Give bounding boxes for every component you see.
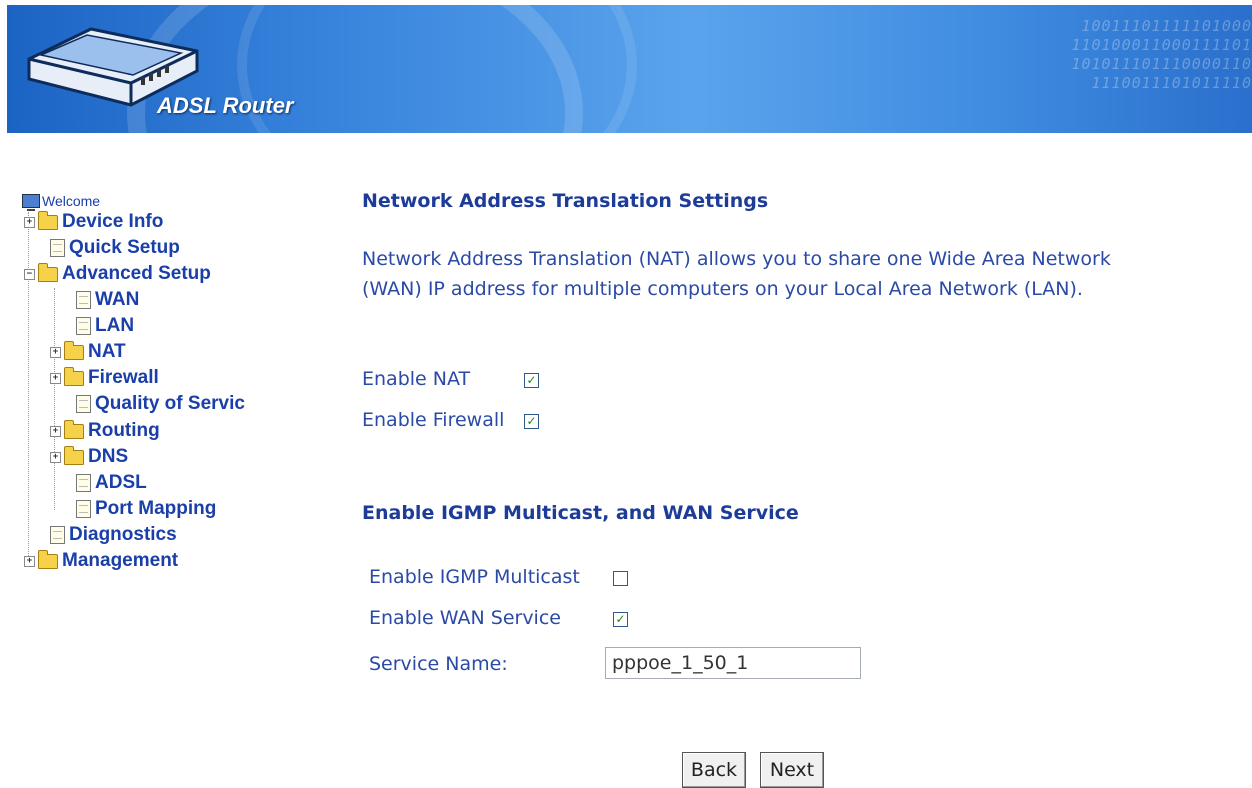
folder-icon (64, 366, 84, 386)
enable-nat-checkbox[interactable]: ✓ (524, 373, 539, 388)
sidebar-item-routing[interactable]: + Routing (50, 418, 160, 444)
page-icon (76, 395, 91, 413)
expand-plus-icon[interactable]: + (50, 346, 61, 358)
banner-binary-decoration: 10011101111101000 110100011000111101 101… (1071, 17, 1252, 92)
page-title: Network Address Translation Settings (362, 190, 769, 212)
expand-plus-icon[interactable]: + (50, 425, 61, 437)
page-icon (76, 317, 91, 335)
sidebar-item-dns[interactable]: + DNS (50, 444, 128, 470)
sidebar-item-adsl[interactable]: ADSL (76, 470, 147, 496)
nat-description: Network Address Translation (NAT) allows… (362, 248, 1111, 300)
expand-plus-icon[interactable]: + (24, 216, 35, 228)
sidebar-item-quick-setup[interactable]: Quick Setup (50, 235, 180, 261)
sidebar-item-port-mapping[interactable]: Port Mapping (76, 496, 216, 522)
folder-icon (64, 445, 84, 465)
enable-nat-label: Enable NAT (362, 368, 471, 390)
sidebar-item-wan[interactable]: WAN (76, 287, 139, 313)
page-icon (50, 239, 65, 257)
enable-firewall-label: Enable Firewall (362, 409, 505, 431)
expand-plus-icon[interactable]: + (50, 372, 61, 384)
open-folder-icon (38, 262, 58, 282)
sidebar-item-diagnostics[interactable]: Diagnostics (50, 522, 177, 548)
folder-icon (38, 210, 58, 230)
enable-igmp-checkbox[interactable] (613, 571, 628, 586)
service-name-label: Service Name: (369, 653, 508, 675)
banner-swoosh-2 (237, 5, 637, 133)
enable-igmp-label: Enable IGMP Multicast (369, 566, 580, 588)
page-icon (76, 291, 91, 309)
sidebar-item-firewall[interactable]: + Firewall (50, 365, 159, 391)
expand-plus-icon[interactable]: + (50, 451, 61, 463)
page-icon (76, 500, 91, 518)
enable-wan-service-checkbox[interactable]: ✓ (613, 612, 628, 627)
sidebar-item-management[interactable]: + Management (24, 548, 178, 574)
service-name-input[interactable] (605, 647, 861, 679)
expand-plus-icon[interactable]: + (24, 555, 35, 567)
computer-icon (22, 194, 40, 211)
next-button[interactable]: Next (760, 752, 824, 788)
section-igmp-wan-title: Enable IGMP Multicast, and WAN Service (362, 502, 799, 524)
folder-icon (38, 549, 58, 569)
enable-firewall-checkbox[interactable]: ✓ (524, 414, 539, 429)
back-button[interactable]: Back (682, 752, 746, 788)
enable-wan-service-label: Enable WAN Service (369, 607, 561, 629)
page-icon (50, 526, 65, 544)
folder-icon (64, 340, 84, 360)
brand-title: ADSL Router (157, 93, 294, 118)
sidebar-item-advanced-setup[interactable]: − Advanced Setup (24, 261, 211, 287)
sidebar-item-quality-of-service[interactable]: Quality of Servic (76, 391, 245, 417)
sidebar-item-lan[interactable]: LAN (76, 313, 134, 339)
sidebar-item-device-info[interactable]: + Device Info (24, 209, 163, 235)
folder-icon (64, 419, 84, 439)
sidebar-item-nat[interactable]: + NAT (50, 339, 126, 365)
header-banner: 10011101111101000 110100011000111101 101… (7, 5, 1252, 133)
tree-connector (54, 288, 55, 510)
collapse-minus-icon[interactable]: − (24, 268, 35, 280)
page-icon (76, 474, 91, 492)
